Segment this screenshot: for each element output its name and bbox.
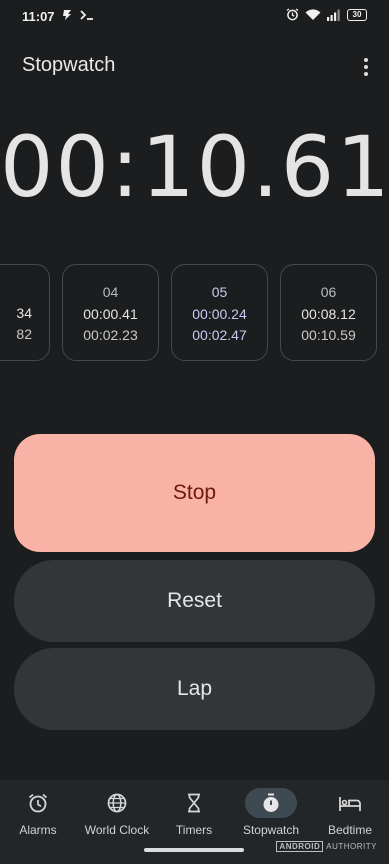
nav-label: Alarms bbox=[19, 823, 57, 837]
lap-button[interactable]: Lap bbox=[14, 648, 375, 730]
hourglass-icon bbox=[168, 788, 220, 818]
wifi-icon bbox=[305, 8, 321, 21]
nav-label: World Clock bbox=[84, 823, 150, 837]
dot bbox=[364, 65, 368, 69]
lap-time: 00:00.24 bbox=[192, 306, 247, 322]
stop-button-label: Stop bbox=[172, 481, 217, 504]
nav-item-world-clock[interactable]: World Clock bbox=[77, 788, 157, 848]
reset-button-label: Reset bbox=[167, 589, 222, 612]
globe-icon bbox=[91, 788, 143, 818]
status-bar: 11:07 30 bbox=[0, 0, 389, 34]
lap-total-time: 00:02.47 bbox=[192, 327, 247, 343]
lap-total-time: 00:02.23 bbox=[83, 327, 138, 343]
nav-item-stopwatch[interactable]: Stopwatch bbox=[231, 788, 311, 848]
lap-card: 04 00:00.41 00:02.23 bbox=[62, 264, 159, 361]
stop-button[interactable]: Stop bbox=[14, 434, 375, 552]
stopwatch-screen: 11:07 30 Stopwatch 00:10.61 34 82 04 00:… bbox=[0, 0, 389, 864]
signal-icon bbox=[327, 9, 341, 21]
lap-number: 06 bbox=[320, 284, 337, 300]
terminal-icon bbox=[80, 9, 94, 24]
status-right-icons: 30 bbox=[286, 8, 367, 21]
bed-icon bbox=[324, 788, 376, 818]
flash-icon bbox=[62, 9, 72, 24]
status-time: 11:07 bbox=[22, 9, 55, 24]
nav-item-timers[interactable]: Timers bbox=[154, 788, 234, 848]
lap-time: 00:08.12 bbox=[301, 306, 356, 322]
lap-number: 04 bbox=[102, 284, 119, 300]
nav-item-alarms[interactable]: Alarms bbox=[0, 788, 78, 848]
home-indicator[interactable] bbox=[144, 848, 244, 852]
reset-button[interactable]: Reset bbox=[14, 560, 375, 642]
stopwatch-icon bbox=[245, 788, 297, 818]
stopwatch-time-display: 00:10.61 bbox=[0, 118, 389, 216]
lap-number: 05 bbox=[211, 284, 228, 300]
dot bbox=[364, 58, 368, 62]
lap-time: 00:00.41 bbox=[83, 306, 138, 322]
nav-label: Timers bbox=[175, 823, 213, 837]
battery-icon: 30 bbox=[347, 8, 367, 21]
more-options-icon[interactable] bbox=[359, 56, 373, 78]
watermark: ANDROID AUTHORITY bbox=[276, 841, 377, 852]
lap-total-time: 00:10.59 bbox=[301, 327, 356, 343]
nav-item-bedtime[interactable]: Bedtime bbox=[310, 788, 389, 848]
nav-label: Stopwatch bbox=[242, 823, 300, 837]
lap-time: 34 bbox=[16, 305, 32, 321]
lap-total-time: 82 bbox=[16, 326, 32, 342]
dot bbox=[364, 72, 368, 76]
page-title: Stopwatch bbox=[22, 54, 116, 76]
lap-card: 34 82 bbox=[0, 264, 50, 361]
alarm-status-icon bbox=[286, 8, 299, 21]
lap-button-label: Lap bbox=[176, 677, 213, 700]
lap-card-highlighted: 05 00:00.24 00:02.47 bbox=[171, 264, 268, 361]
nav-label: Bedtime bbox=[327, 823, 373, 837]
alarm-icon bbox=[12, 788, 64, 818]
lap-list[interactable]: 34 82 04 00:00.41 00:02.23 05 00:00.24 0… bbox=[0, 264, 389, 362]
lap-card: 06 00:08.12 00:10.59 bbox=[280, 264, 377, 361]
